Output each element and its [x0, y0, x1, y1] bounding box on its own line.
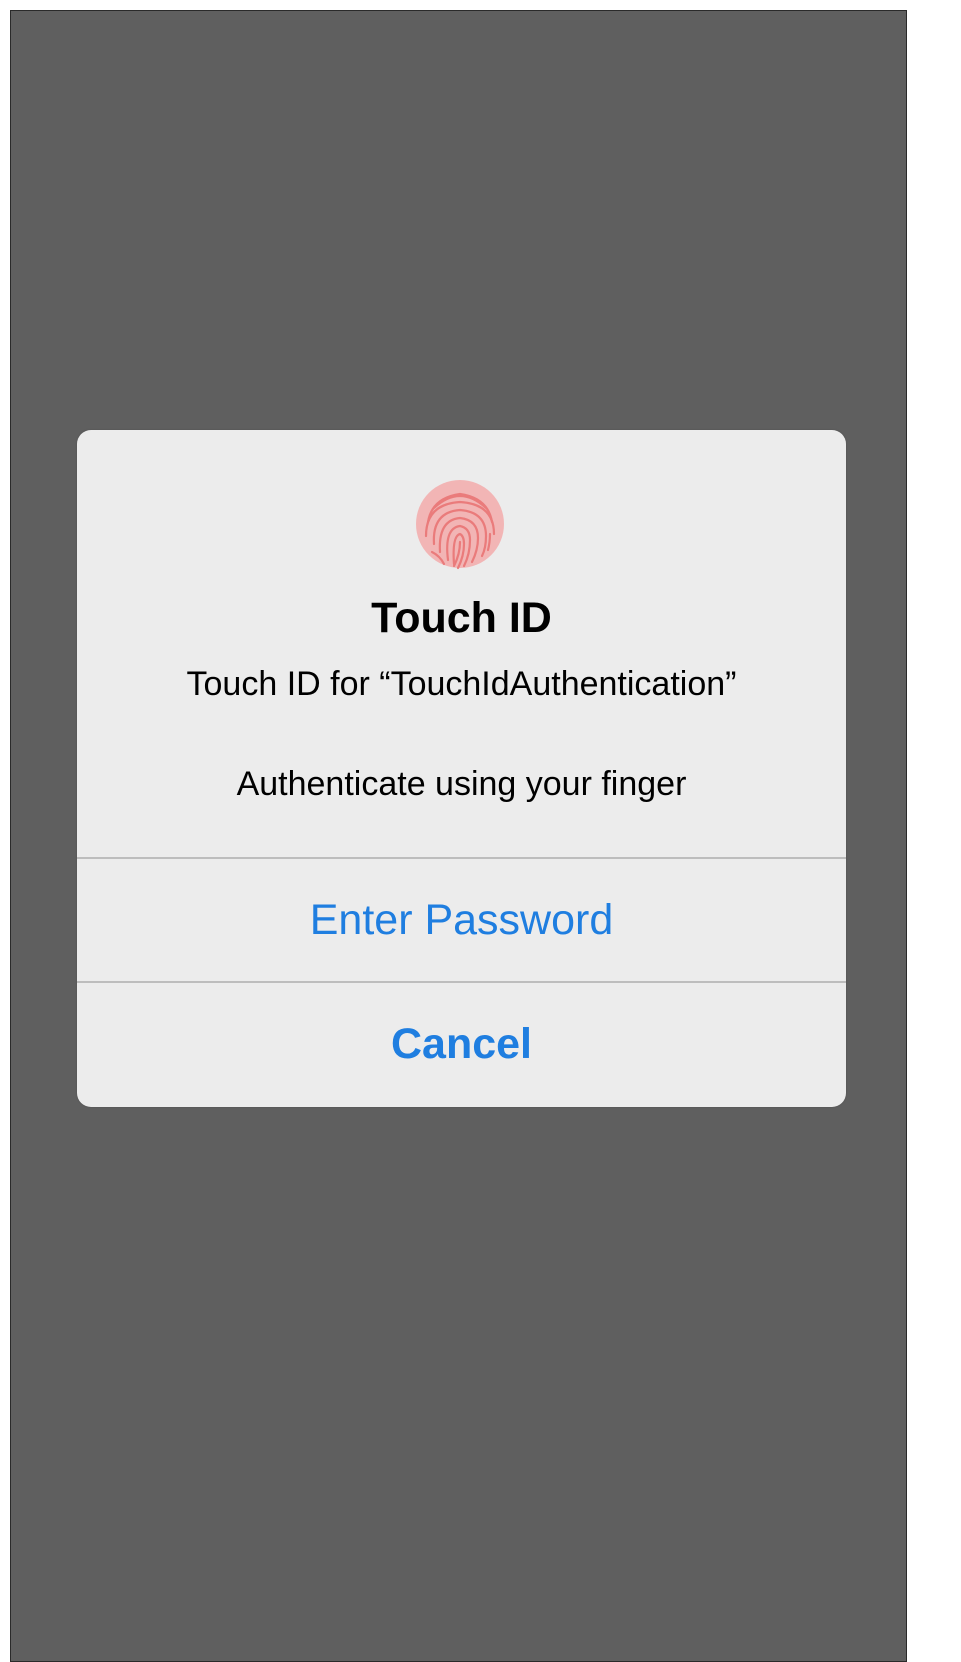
alert-subtitle: Touch ID for “TouchIdAuthentication”: [186, 665, 737, 703]
touch-id-alert: Touch ID Touch ID for “TouchIdAuthentica…: [77, 430, 846, 1107]
fingerprint-icon: [414, 478, 506, 570]
alert-message: Authenticate using your finger: [236, 765, 687, 803]
alert-title: Touch ID: [371, 594, 552, 642]
alert-body: Touch ID Touch ID for “TouchIdAuthentica…: [77, 430, 846, 858]
enter-password-button[interactable]: Enter Password: [77, 859, 846, 981]
dimmed-background: Touch ID Touch ID for “TouchIdAuthentica…: [10, 10, 907, 1662]
cancel-button[interactable]: Cancel: [77, 983, 846, 1105]
